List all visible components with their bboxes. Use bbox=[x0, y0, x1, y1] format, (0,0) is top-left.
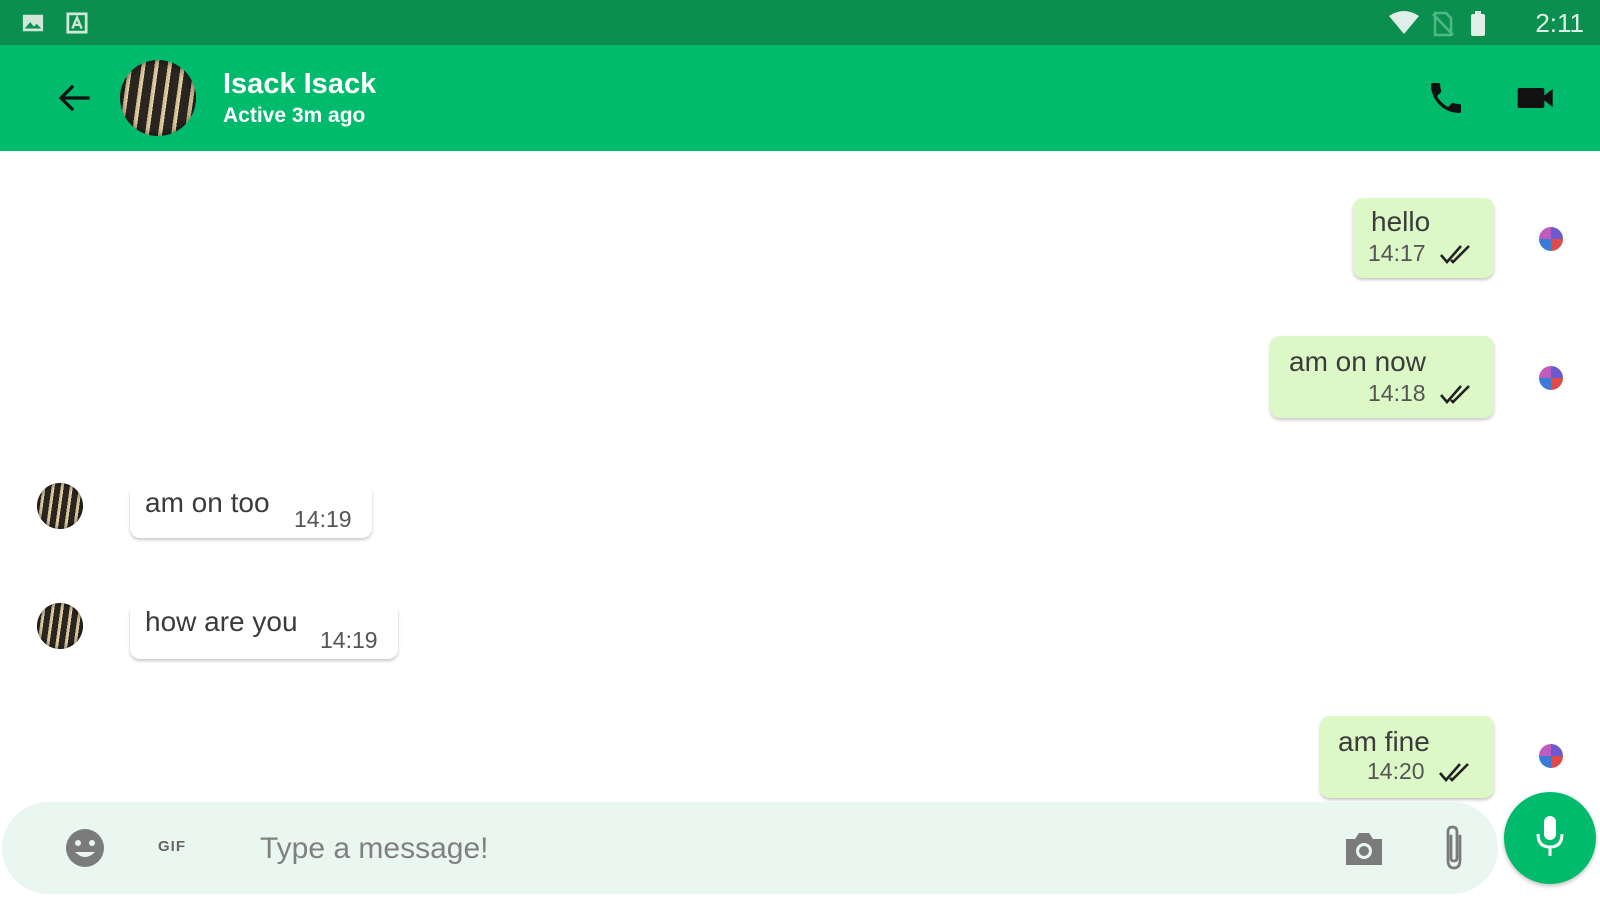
double-check-icon bbox=[1440, 385, 1470, 404]
message-bubble-outgoing[interactable]: am fine 14:20 bbox=[1320, 716, 1494, 798]
contact-name[interactable]: Isack Isack bbox=[223, 67, 376, 101]
seen-avatar bbox=[1539, 227, 1563, 251]
phone-icon[interactable] bbox=[1426, 78, 1466, 118]
message-composer: GIF bbox=[2, 802, 1498, 894]
attachment-icon[interactable] bbox=[1438, 822, 1470, 872]
microphone-button[interactable] bbox=[1504, 792, 1596, 884]
message-text: am on too bbox=[145, 487, 270, 518]
message-text: how are you bbox=[145, 606, 298, 637]
double-check-icon bbox=[1440, 245, 1470, 264]
message-time: 14:19 bbox=[320, 627, 378, 653]
no-sim-icon bbox=[1432, 11, 1454, 37]
contact-avatar[interactable] bbox=[120, 60, 196, 136]
emoji-icon[interactable] bbox=[64, 827, 106, 869]
sender-avatar[interactable] bbox=[37, 603, 83, 649]
status-bar: 2:11 bbox=[0, 0, 1600, 45]
message-bubble-outgoing[interactable]: am on now 14:18 bbox=[1270, 336, 1494, 418]
message-time: 14:18 bbox=[1368, 380, 1426, 406]
gif-button[interactable]: GIF bbox=[158, 838, 186, 855]
video-camera-icon[interactable] bbox=[1514, 78, 1558, 118]
message-text: hello bbox=[1371, 206, 1431, 237]
arrow-back-icon[interactable] bbox=[54, 78, 94, 118]
wifi-icon bbox=[1389, 11, 1419, 34]
message-time: 14:17 bbox=[1368, 240, 1426, 266]
message-bubble-outgoing[interactable]: hello 14:17 bbox=[1353, 198, 1494, 278]
sender-avatar[interactable] bbox=[37, 483, 83, 529]
gallery-icon bbox=[22, 14, 44, 32]
double-check-icon bbox=[1439, 763, 1469, 782]
message-text: am on now bbox=[1289, 346, 1426, 377]
seen-avatar bbox=[1539, 366, 1563, 390]
message-bubble-incoming[interactable]: am on too 14:19 bbox=[130, 484, 372, 538]
microphone-icon bbox=[1536, 816, 1564, 856]
message-text: am fine bbox=[1338, 726, 1430, 757]
message-time: 14:20 bbox=[1367, 758, 1425, 784]
text-icon bbox=[66, 12, 88, 34]
message-time: 14:19 bbox=[294, 506, 352, 532]
chat-header: Isack Isack Active 3m ago bbox=[0, 45, 1600, 151]
contact-status: Active 3m ago bbox=[223, 104, 366, 127]
camera-icon[interactable] bbox=[1342, 827, 1386, 869]
status-clock: 2:11 bbox=[1535, 8, 1584, 38]
message-bubble-incoming[interactable]: how are you 14:19 bbox=[130, 603, 398, 659]
seen-avatar bbox=[1539, 744, 1563, 768]
message-input[interactable] bbox=[258, 822, 1282, 876]
battery-icon bbox=[1471, 11, 1485, 36]
